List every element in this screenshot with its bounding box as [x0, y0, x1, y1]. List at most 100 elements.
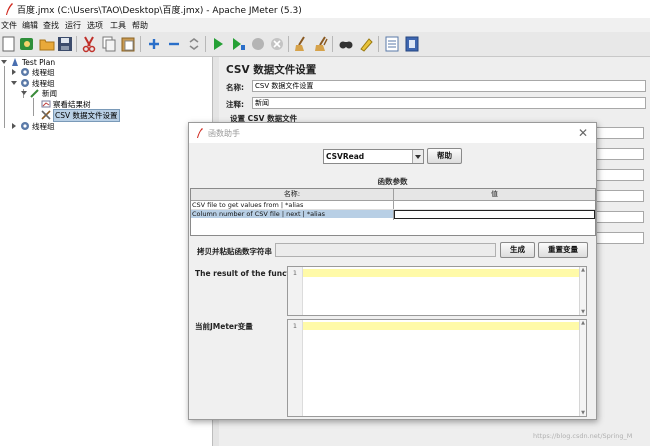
name-label: 名称:: [226, 83, 244, 92]
config-field[interactable]: [590, 127, 644, 139]
toolbar-separator: [140, 36, 141, 52]
templates-icon[interactable]: [18, 35, 36, 53]
params-title: 函数参数: [377, 177, 408, 186]
copy-icon[interactable]: [100, 35, 118, 53]
reset-variables-button[interactable]: 重置变量: [538, 242, 588, 258]
window-title: 百度.jmx (C:\Users\TAO\Desktop\百度.jmx) - A…: [17, 6, 302, 16]
shutdown-icon[interactable]: [268, 35, 286, 53]
config-field[interactable]: [590, 232, 644, 244]
table-cell-name[interactable]: CSV file to get values from | *alias: [191, 201, 392, 209]
start-icon[interactable]: [209, 35, 227, 53]
tree-node-listener[interactable]: 察看结果树: [41, 99, 91, 109]
dialog-title: 函数助手: [208, 129, 240, 138]
name-field[interactable]: CSV 数据文件设置: [252, 80, 646, 92]
expand-icon[interactable]: [145, 35, 163, 53]
chevron-down-icon[interactable]: [412, 150, 423, 163]
scroll-down-icon[interactable]: ▼: [580, 309, 586, 315]
column-header-name[interactable]: 名称:: [191, 189, 393, 201]
menu-edit[interactable]: 编辑: [22, 20, 38, 31]
function-select-value: CSVRead: [326, 152, 365, 161]
table-cell-value[interactable]: [394, 210, 595, 219]
menu-search[interactable]: 查找: [43, 20, 59, 31]
function-helper-dialog: 函数助手 ✕ CSVRead 帮助 函数参数 名称: 值 CSV file to…: [188, 122, 597, 420]
menu-run[interactable]: 运行: [65, 20, 81, 31]
toolbar-separator: [205, 36, 206, 52]
tree-guide-line: [33, 98, 34, 116]
collapse-toggle-icon[interactable]: [11, 123, 17, 129]
params-table: 名称: 值 CSV file to get values from | *ali…: [190, 188, 596, 236]
thread-group-gear-icon: [20, 78, 30, 88]
save-icon[interactable]: [56, 35, 74, 53]
jmeter-feather-icon: [195, 127, 204, 139]
toggle-icon[interactable]: [185, 35, 203, 53]
help-icon[interactable]: [403, 35, 421, 53]
config-field[interactable]: [590, 169, 644, 181]
table-cell-value[interactable]: [394, 201, 594, 209]
stop-icon[interactable]: [249, 35, 267, 53]
paste-icon[interactable]: [119, 35, 137, 53]
function-string-field[interactable]: [275, 243, 496, 257]
clear-icon[interactable]: [292, 35, 310, 53]
tree-node-thread-group-3[interactable]: 线程组: [20, 121, 55, 131]
window-title-bar: 百度.jmx (C:\Users\TAO\Desktop\百度.jmx) - A…: [0, 0, 650, 18]
tree-node-test-plan[interactable]: Test Plan: [10, 57, 55, 67]
collapse-toggle-icon[interactable]: [11, 69, 17, 75]
config-element-tools-icon: [41, 110, 51, 120]
toolbar: [0, 32, 650, 57]
current-line-highlight: [303, 322, 580, 330]
generate-button[interactable]: 生成: [500, 242, 535, 258]
reset-search-icon[interactable]: [357, 35, 375, 53]
tree-node-csv-config[interactable]: CSV 数据文件设置: [41, 108, 120, 122]
new-icon[interactable]: [0, 35, 18, 53]
thread-group-gear-icon: [20, 121, 30, 131]
clear-all-icon[interactable]: [312, 35, 330, 53]
function-select[interactable]: CSVRead: [323, 149, 424, 164]
line-number-gutter: 1: [288, 267, 303, 315]
scroll-up-icon[interactable]: ▲: [580, 267, 586, 273]
scroll-down-icon[interactable]: ▼: [580, 410, 586, 416]
help-button[interactable]: 帮助: [427, 148, 462, 164]
jmeter-feather-icon: [4, 2, 14, 16]
table-cell-name[interactable]: Column number of CSV file | next | *alia…: [191, 210, 393, 218]
result-editor[interactable]: 1 ▲ ▼: [287, 266, 587, 316]
expand-toggle-icon[interactable]: [21, 90, 27, 96]
panel-title: CSV 数据文件设置: [226, 64, 317, 76]
tree-guide-line: [4, 66, 5, 128]
config-field[interactable]: [590, 148, 644, 160]
close-icon[interactable]: ✕: [576, 126, 590, 140]
function-helper-icon[interactable]: [383, 35, 401, 53]
menu-bar: 文件 编辑 查找 运行 选项 工具 帮助: [0, 18, 650, 32]
menu-tools[interactable]: 工具: [110, 20, 126, 31]
line-number-gutter: 1: [288, 320, 303, 416]
search-icon[interactable]: [337, 35, 355, 53]
tree-node-sampler[interactable]: 新闻: [30, 88, 57, 98]
config-field[interactable]: [590, 211, 644, 223]
open-icon[interactable]: [38, 35, 56, 53]
start-no-pauses-icon[interactable]: [229, 35, 247, 53]
comment-field[interactable]: 新闻: [252, 97, 646, 109]
variables-editor[interactable]: 1 ▲ ▼: [287, 319, 587, 417]
toolbar-separator: [378, 36, 379, 52]
column-header-value[interactable]: 值: [394, 189, 595, 201]
http-sampler-pen-icon: [30, 88, 40, 98]
scrollbar[interactable]: ▲ ▼: [579, 320, 586, 416]
comment-label: 注释:: [226, 100, 244, 109]
jmeter-variables-label: 当前JMeter变量: [195, 322, 253, 331]
expand-toggle-icon[interactable]: [1, 59, 7, 65]
current-line-highlight: [303, 269, 580, 277]
config-field[interactable]: [590, 190, 644, 202]
cut-icon[interactable]: [80, 35, 98, 53]
scroll-up-icon[interactable]: ▲: [580, 320, 586, 326]
toolbar-separator: [76, 36, 77, 52]
copy-string-label: 拷贝并粘贴函数字符串: [197, 247, 272, 256]
collapse-icon[interactable]: [165, 35, 183, 53]
dialog-title-bar: 函数助手 ✕: [189, 123, 596, 143]
expand-toggle-icon[interactable]: [11, 80, 17, 86]
tree-node-thread-group-1[interactable]: 线程组: [20, 67, 55, 77]
thread-group-gear-icon: [20, 67, 30, 77]
scrollbar[interactable]: ▲ ▼: [579, 267, 586, 315]
menu-file[interactable]: 文件: [1, 20, 17, 31]
tree-node-thread-group-2[interactable]: 线程组: [20, 78, 55, 88]
menu-help[interactable]: 帮助: [132, 20, 148, 31]
menu-options[interactable]: 选项: [87, 20, 103, 31]
